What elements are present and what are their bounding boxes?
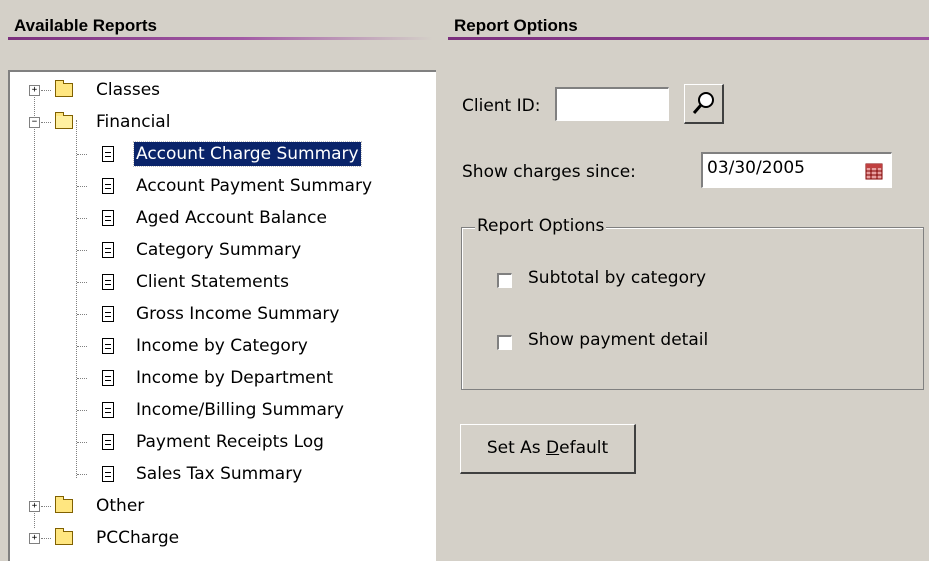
- folder-icon: [55, 528, 73, 545]
- report-label: Account Payment Summary: [136, 176, 373, 196]
- document-icon: [102, 370, 114, 386]
- tree-item-income-billing-summary[interactable]: Income/Billing Summary: [10, 394, 430, 426]
- folder-open-icon: [55, 112, 73, 129]
- tree-connector: [77, 378, 87, 379]
- tree-connector: [77, 282, 87, 283]
- tree-item-payment-receipts-log[interactable]: Payment Receipts Log: [10, 426, 430, 458]
- document-icon: [102, 242, 114, 258]
- collapse-icon[interactable]: −: [29, 117, 40, 128]
- tree-folder-financial[interactable]: − Financial: [10, 106, 430, 138]
- tree-folder-other[interactable]: + Other: [10, 490, 430, 522]
- tree-connector: [77, 474, 87, 475]
- report-label: Category Summary: [136, 240, 302, 260]
- report-label: Payment Receipts Log: [136, 432, 324, 452]
- report-label: Account Charge Summary: [133, 141, 362, 167]
- tree-connector: [41, 90, 51, 91]
- tree-connector: [77, 250, 87, 251]
- tree-connector: [77, 410, 87, 411]
- tree-item-account-charge-summary[interactable]: Account Charge Summary: [10, 138, 430, 170]
- document-icon: [102, 210, 114, 226]
- tree-connector: [41, 538, 51, 539]
- tree-connector: [77, 442, 87, 443]
- client-id-input[interactable]: [555, 87, 669, 121]
- report-options-header: Report Options: [448, 14, 929, 40]
- report-options-title: Report Options: [454, 16, 578, 35]
- tree-connector: [77, 346, 87, 347]
- show-payment-detail-checkbox[interactable]: [497, 335, 512, 350]
- calendar-icon[interactable]: [865, 162, 883, 180]
- document-icon: [102, 402, 114, 418]
- report-label: Income/Billing Summary: [136, 400, 344, 420]
- set-as-default-button[interactable]: Set As Default: [460, 424, 636, 474]
- report-label: Income by Category: [136, 336, 308, 356]
- tree-connector: [77, 218, 87, 219]
- folder-label: PCCharge: [96, 528, 180, 548]
- report-label: Income by Department: [136, 368, 334, 388]
- document-icon: [102, 146, 114, 162]
- tree-connector: [41, 506, 51, 507]
- header-rule: [448, 37, 929, 40]
- available-reports-title: Available Reports: [14, 16, 157, 35]
- set-as-default-label: Set As Default: [486, 438, 609, 458]
- tree-connector: [77, 186, 87, 187]
- folder-label: Other: [96, 496, 145, 516]
- tree-connector: [41, 122, 51, 123]
- magnifier-icon: [692, 92, 714, 114]
- client-lookup-button[interactable]: [684, 84, 724, 124]
- folder-label: Financial: [96, 112, 171, 132]
- expand-icon[interactable]: +: [29, 501, 40, 512]
- show-charges-label: Show charges since:: [462, 162, 636, 182]
- report-label: Aged Account Balance: [136, 208, 327, 228]
- tree-connector: [77, 314, 87, 315]
- tree-item-income-by-category[interactable]: Income by Category: [10, 330, 430, 362]
- document-icon: [102, 274, 114, 290]
- tree-folder-pccharge[interactable]: + PCCharge: [10, 522, 430, 554]
- document-icon: [102, 178, 114, 194]
- expand-icon[interactable]: +: [29, 533, 40, 544]
- tree-item-gross-income-summary[interactable]: Gross Income Summary: [10, 298, 430, 330]
- tree-connector: [77, 154, 87, 155]
- report-label: Gross Income Summary: [136, 304, 340, 324]
- tree-item-client-statements[interactable]: Client Statements: [10, 266, 430, 298]
- show-payment-detail-label[interactable]: Show payment detail: [528, 330, 708, 350]
- tree-item-income-by-department[interactable]: Income by Department: [10, 362, 430, 394]
- tree-folder-classes[interactable]: + Classes: [10, 74, 430, 106]
- tree-item-sales-tax-summary[interactable]: Sales Tax Summary: [10, 458, 430, 490]
- date-value: 03/30/2005: [707, 158, 805, 178]
- subtotal-by-category-checkbox[interactable]: [497, 273, 512, 288]
- reports-tree[interactable]: + Classes − Financial Account Charge Sum…: [8, 70, 436, 561]
- tree-item-aged-account-balance[interactable]: Aged Account Balance: [10, 202, 430, 234]
- tree-item-account-payment-summary[interactable]: Account Payment Summary: [10, 170, 430, 202]
- report-options-group: [461, 227, 924, 390]
- folder-icon: [55, 496, 73, 513]
- client-id-label: Client ID:: [462, 96, 541, 116]
- show-charges-date-input[interactable]: 03/30/2005: [701, 152, 892, 188]
- subtotal-by-category-label[interactable]: Subtotal by category: [528, 268, 706, 288]
- document-icon: [102, 434, 114, 450]
- report-label: Client Statements: [136, 272, 289, 292]
- available-reports-header: Available Reports: [8, 14, 433, 40]
- document-icon: [102, 466, 114, 482]
- folder-label: Classes: [96, 80, 161, 100]
- expand-icon[interactable]: +: [29, 85, 40, 96]
- tree-item-category-summary[interactable]: Category Summary: [10, 234, 430, 266]
- folder-icon: [55, 80, 73, 97]
- document-icon: [102, 306, 114, 322]
- document-icon: [102, 338, 114, 354]
- header-rule: [8, 37, 433, 40]
- report-label: Sales Tax Summary: [136, 464, 303, 484]
- report-options-group-title: Report Options: [475, 216, 607, 236]
